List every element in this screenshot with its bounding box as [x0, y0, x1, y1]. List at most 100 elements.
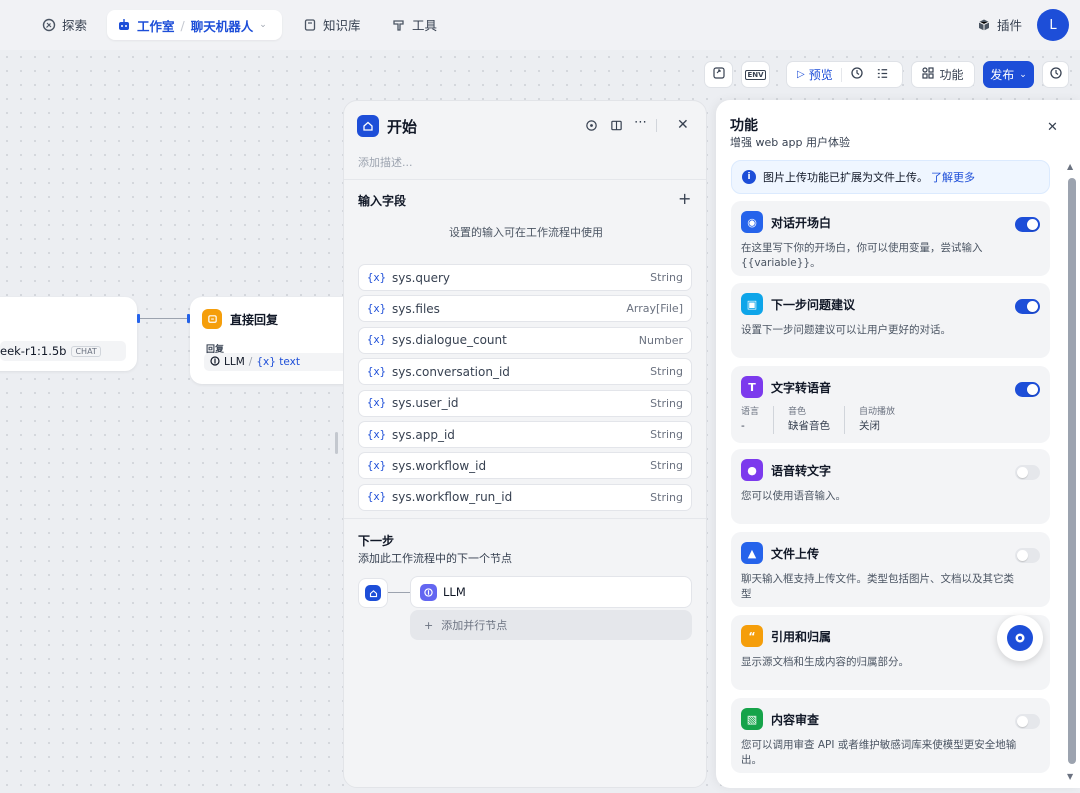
llm-node[interactable]: eek-r1:1.5b CHAT [0, 297, 137, 371]
book-open-icon[interactable] [610, 119, 623, 135]
next-llm-node[interactable]: LLM [410, 576, 692, 608]
variable-icon: {x} [367, 397, 386, 410]
env-button[interactable]: ENV [741, 61, 770, 88]
env-label: ENV [745, 69, 766, 80]
variable-icon: {x} [367, 459, 386, 472]
tts-settings[interactable]: 语言 - 音色 缺省音色 自动播放 关闭 [741, 406, 923, 434]
hammer-icon [392, 18, 406, 32]
scroll-up-icon[interactable]: ▲ [1067, 162, 1073, 171]
next-llm-label: LLM [443, 585, 466, 599]
tts-voice-value: 缺省音色 [788, 420, 831, 432]
input-field-row[interactable]: {x} sys.app_id String [358, 421, 692, 448]
feature-card-header: ▣ 下一步问题建议 [741, 293, 855, 315]
nav-studio-label[interactable]: 工作室 [137, 16, 175, 35]
add-field-icon[interactable]: + [678, 189, 691, 208]
start-node-panel: 开始 ⋯ ✕ 添加描述... 输入字段 + 设置的输入可在工作流程中使用 {x}… [343, 100, 707, 788]
nav-explore-label: 探索 [62, 18, 88, 33]
feature-card: ▲ 文件上传 聊天输入框支持上传文件。类型包括图片、文档以及其它类型 [731, 532, 1050, 607]
field-name: sys.app_id [391, 427, 455, 442]
add-parallel-node-button[interactable]: + 添加并行节点 [410, 610, 692, 640]
edge-handle[interactable] [137, 314, 140, 323]
input-field-row[interactable]: {x} sys.workflow_run_id String [358, 483, 692, 511]
version-history-button[interactable] [1042, 61, 1069, 88]
input-field-row[interactable]: {x} sys.query String [358, 264, 692, 291]
floating-chat-button[interactable] [997, 615, 1043, 661]
input-field-row[interactable]: {x} sys.files Array[File] [358, 295, 692, 323]
preview-group: ▷ 预览 [786, 61, 903, 88]
checklist-run-icon[interactable] [876, 67, 889, 83]
feature-title: 文件上传 [771, 546, 820, 561]
breadcrumb-separator: / [180, 17, 185, 33]
scrollbar[interactable] [1068, 178, 1076, 764]
checklist-button[interactable] [704, 61, 733, 88]
close-icon[interactable]: ✕ [1047, 120, 1058, 135]
start-panel-title: 开始 [387, 117, 418, 136]
feature-title: 对话开场白 [771, 215, 832, 230]
panel-resize-handle[interactable] [335, 432, 338, 454]
microphone-icon: ● [741, 459, 763, 481]
tts-autoplay-label: 自动播放 [859, 407, 896, 417]
publish-label: 发布 [990, 68, 1015, 82]
more-icon[interactable]: ⋯ [634, 115, 647, 130]
reply-icon [202, 309, 222, 329]
feature-desc: 显示源文档和生成内容的归属部分。 [741, 656, 909, 668]
input-field-row[interactable]: {x} sys.conversation_id String [358, 358, 692, 386]
feature-title: 文字转语音 [771, 380, 832, 395]
features-button[interactable]: 功能 [911, 61, 975, 88]
book-icon [303, 18, 317, 32]
tts-language-value: - [741, 420, 745, 432]
variable-icon: {x} [367, 271, 386, 284]
scroll-down-icon[interactable]: ▼ [1067, 772, 1073, 781]
nav-explore[interactable]: 探索 [42, 15, 87, 34]
input-field-row[interactable]: {x} sys.workflow_id String [358, 452, 692, 480]
feature-desc: 您可以调用审查 API 或者维护敏感词库来使模型更安全地输出。 [741, 739, 1017, 766]
history-run-icon[interactable] [850, 66, 864, 83]
feature-card: ◉ 对话开场白 在这里写下你的开场白，你可以使用变量，尝试输入{{variable}… [731, 201, 1050, 276]
llm-model-name: eek-r1:1.5b [0, 344, 67, 358]
run-step-icon[interactable] [585, 119, 598, 135]
chevron-down-icon[interactable]: ⌄ [259, 20, 267, 30]
answer-node[interactable]: 直接回复 回复 LLM / {x} text [190, 297, 364, 384]
chevron-down-icon: ⌄ [1019, 69, 1027, 80]
field-name: sys.workflow_run_id [391, 490, 513, 505]
divider [344, 518, 706, 519]
avatar[interactable]: L [1037, 9, 1069, 41]
nav-tools[interactable]: 工具 [392, 15, 437, 34]
field-name: sys.dialogue_count [391, 333, 507, 348]
app-name[interactable]: 聊天机器人 [191, 16, 254, 35]
checklist-icon [712, 66, 726, 83]
feature-desc: 在这里写下你的开场白，你可以使用变量，尝试输入{{variable}}。 [741, 242, 983, 269]
home-icon [357, 115, 379, 137]
notice-text: 图片上传功能已扩展为文件上传。 [763, 171, 928, 184]
feature-title: 下一步问题建议 [771, 297, 856, 312]
feature-toggle[interactable] [1015, 382, 1040, 397]
nav-plugins[interactable]: 插件 [977, 15, 1022, 34]
learn-more-link[interactable]: 了解更多 [931, 169, 975, 185]
field-type: Number [638, 333, 683, 347]
answer-ref-var: {x} text [256, 356, 300, 368]
divider [840, 67, 842, 82]
info-icon: i [742, 170, 756, 184]
feature-card-header: T 文字转语音 [741, 376, 831, 398]
publish-button[interactable]: 发布 ⌄ [983, 61, 1034, 88]
feature-toggle[interactable] [1015, 714, 1040, 729]
input-field-row[interactable]: {x} sys.dialogue_count Number [358, 326, 692, 354]
preview-button[interactable]: 预览 [809, 66, 833, 83]
features-panel: 功能 增强 web app 用户体验 ✕ i 图片上传功能已扩展为文件上传。 了… [716, 100, 1080, 788]
answer-node-title: 直接回复 [230, 312, 279, 327]
next-step-desc: 添加此工作流程中的下一个节点 [358, 552, 512, 565]
description-input[interactable]: 添加描述... [358, 154, 413, 170]
feature-toggle[interactable] [1015, 299, 1040, 314]
history-icon [1049, 66, 1063, 83]
studio-breadcrumb[interactable]: 工作室 / 聊天机器人 ⌄ [107, 10, 282, 40]
feature-toggle[interactable] [1015, 548, 1040, 563]
nav-knowledge[interactable]: 知识库 [303, 15, 361, 34]
feature-toggle[interactable] [1015, 465, 1040, 480]
feature-toggle[interactable] [1015, 217, 1040, 232]
robot-icon [117, 18, 131, 32]
cube-icon [977, 18, 991, 32]
close-icon[interactable]: ✕ [677, 117, 689, 133]
variable-icon: {x} [367, 334, 386, 347]
plus-icon: + [424, 618, 434, 632]
input-field-row[interactable]: {x} sys.user_id String [358, 389, 692, 417]
